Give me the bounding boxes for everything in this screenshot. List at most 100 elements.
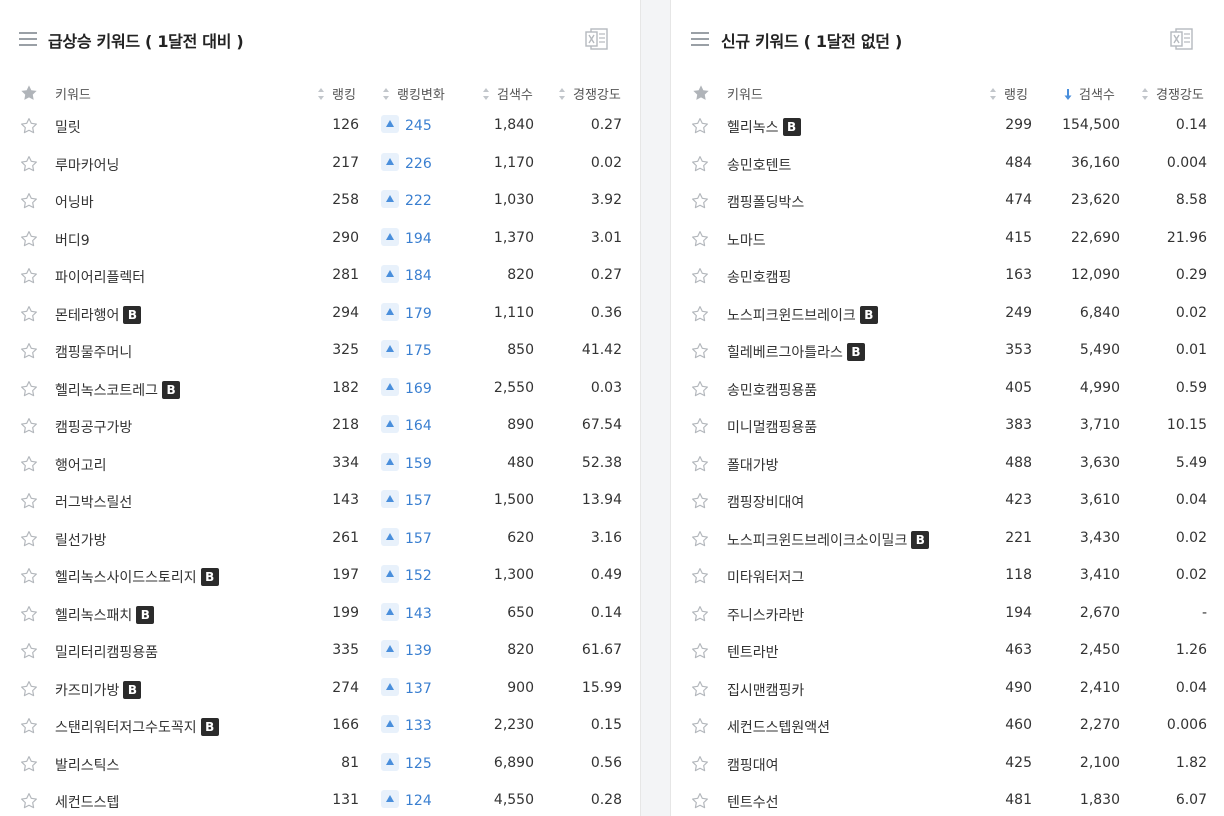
keyword-cell[interactable]: 송민호캠핑용품 — [727, 380, 817, 400]
keyword-text[interactable]: 스탠리워터저그수도꼭지 — [55, 720, 197, 736]
star-outline-icon[interactable] — [20, 492, 38, 510]
keyword-cell[interactable]: 헬리녹스패치 B — [55, 605, 155, 625]
star-outline-icon[interactable] — [20, 455, 38, 473]
star-outline-icon[interactable] — [691, 417, 709, 435]
header-keyword[interactable]: 키워드 — [727, 84, 763, 103]
star-outline-icon[interactable] — [20, 755, 38, 773]
keyword-cell[interactable]: 노스피크윈드브레이크 B — [727, 305, 878, 325]
keyword-cell[interactable]: 주니스카라반 — [727, 605, 804, 625]
keyword-text[interactable]: 텐트라반 — [727, 645, 779, 661]
keyword-cell[interactable]: 몬테라행어 B — [55, 305, 142, 325]
star-outline-icon[interactable] — [20, 267, 38, 285]
star-outline-icon[interactable] — [691, 492, 709, 510]
star-outline-icon[interactable] — [20, 342, 38, 360]
star-outline-icon[interactable] — [691, 342, 709, 360]
star-outline-icon[interactable] — [691, 717, 709, 735]
keyword-cell[interactable]: 송민호캠핑 — [727, 267, 791, 287]
keyword-text[interactable]: 헬리녹스사이드스토리지 — [55, 570, 197, 586]
keyword-cell[interactable]: 파이어리플렉터 — [55, 267, 145, 287]
keyword-cell[interactable]: 송민호텐트 — [727, 155, 791, 175]
keyword-cell[interactable]: 캠핑물주머니 — [55, 342, 132, 362]
header-search[interactable]: 검색수 — [481, 84, 533, 103]
keyword-cell[interactable]: 미니멀캠핑용품 — [727, 417, 817, 437]
keyword-cell[interactable]: 헬리녹스 B — [727, 117, 801, 137]
star-outline-icon[interactable] — [20, 680, 38, 698]
star-outline-icon[interactable] — [20, 155, 38, 173]
star-outline-icon[interactable] — [691, 230, 709, 248]
keyword-cell[interactable]: 헬리녹스코트레그 B — [55, 380, 181, 400]
star-outline-icon[interactable] — [691, 605, 709, 623]
keyword-cell[interactable]: 텐트수선 — [727, 792, 779, 812]
star-outline-icon[interactable] — [20, 642, 38, 660]
keyword-cell[interactable]: 텐트라반 — [727, 642, 779, 662]
keyword-text[interactable]: 카즈미가방 — [55, 683, 119, 699]
star-outline-icon[interactable] — [691, 305, 709, 323]
header-keyword[interactable]: 키워드 — [55, 84, 91, 103]
keyword-text[interactable]: 송민호캠핑 — [727, 270, 791, 286]
keyword-text[interactable]: 헬리녹스코트레그 — [55, 383, 158, 399]
keyword-text[interactable]: 발리스틱스 — [55, 758, 119, 774]
star-outline-icon[interactable] — [691, 380, 709, 398]
keyword-cell[interactable]: 밀리터리캠핑용품 — [55, 642, 158, 662]
star-outline-icon[interactable] — [691, 455, 709, 473]
star-outline-icon[interactable] — [20, 605, 38, 623]
header-competition[interactable]: 경쟁강도 — [557, 84, 621, 103]
keyword-cell[interactable]: 힐레베르그아틀라스 B — [727, 342, 865, 362]
keyword-text[interactable]: 캠핑폴딩박스 — [727, 195, 804, 211]
header-competition[interactable]: 경쟁강도 — [1140, 84, 1204, 103]
keyword-text[interactable]: 밀릿 — [55, 120, 81, 136]
keyword-text[interactable]: 세컨드스텝원액션 — [727, 720, 830, 736]
keyword-text[interactable]: 노마드 — [727, 233, 766, 249]
keyword-text[interactable]: 노스피크윈드브레이크 — [727, 308, 856, 324]
keyword-cell[interactable]: 루마카어닝 — [55, 155, 119, 175]
keyword-cell[interactable]: 캠핑장비대여 — [727, 492, 804, 512]
star-outline-icon[interactable] — [691, 680, 709, 698]
keyword-cell[interactable]: 행어고리 — [55, 455, 107, 475]
keyword-text[interactable]: 헬리녹스 — [727, 120, 779, 136]
keyword-cell[interactable]: 캠핑폴딩박스 — [727, 192, 804, 212]
keyword-text[interactable]: 캠핑공구가방 — [55, 420, 132, 436]
keyword-text[interactable]: 송민호텐트 — [727, 158, 791, 174]
star-outline-icon[interactable] — [20, 305, 38, 323]
keyword-cell[interactable]: 헬리녹스사이드스토리지 B — [55, 567, 219, 587]
keyword-text[interactable]: 캠핑장비대여 — [727, 495, 804, 511]
keyword-cell[interactable]: 버디9 — [55, 230, 90, 250]
keyword-text[interactable]: 주니스카라반 — [727, 608, 804, 624]
keyword-text[interactable]: 집시맨캠핑카 — [727, 683, 804, 699]
star-outline-icon[interactable] — [20, 567, 38, 585]
keyword-text[interactable]: 루마카어닝 — [55, 158, 119, 174]
star-outline-icon[interactable] — [691, 642, 709, 660]
keyword-text[interactable]: 캠핑물주머니 — [55, 345, 132, 361]
star-outline-icon[interactable] — [20, 380, 38, 398]
keyword-text[interactable]: 릴선가방 — [55, 533, 107, 549]
star-outline-icon[interactable] — [691, 755, 709, 773]
star-outline-icon[interactable] — [20, 792, 38, 810]
keyword-cell[interactable]: 러그박스릴선 — [55, 492, 132, 512]
keyword-text[interactable]: 캠핑대여 — [727, 758, 779, 774]
keyword-cell[interactable]: 발리스틱스 — [55, 755, 119, 775]
header-rank[interactable]: 랭킹 — [988, 84, 1028, 103]
keyword-text[interactable]: 폴대가방 — [727, 458, 779, 474]
star-outline-icon[interactable] — [691, 117, 709, 135]
star-filled-icon[interactable] — [692, 84, 710, 102]
keyword-cell[interactable]: 세컨드스텝원액션 — [727, 717, 830, 737]
keyword-cell[interactable]: 세컨드스텝 — [55, 792, 119, 812]
star-outline-icon[interactable] — [20, 717, 38, 735]
keyword-text[interactable]: 러그박스릴선 — [55, 495, 132, 511]
star-outline-icon[interactable] — [691, 192, 709, 210]
star-outline-icon[interactable] — [691, 567, 709, 585]
keyword-text[interactable]: 노스피크윈드브레이크소이밀크 — [727, 533, 907, 549]
keyword-cell[interactable]: 캠핑공구가방 — [55, 417, 132, 437]
keyword-text[interactable]: 행어고리 — [55, 458, 107, 474]
keyword-text[interactable]: 몬테라행어 — [55, 308, 119, 324]
star-outline-icon[interactable] — [20, 230, 38, 248]
keyword-text[interactable]: 세컨드스텝 — [55, 795, 119, 811]
keyword-cell[interactable]: 릴선가방 — [55, 530, 107, 550]
keyword-text[interactable]: 어닝바 — [55, 195, 94, 211]
keyword-text[interactable]: 송민호캠핑용품 — [727, 383, 817, 399]
keyword-text[interactable]: 미니멀캠핑용품 — [727, 420, 817, 436]
star-outline-icon[interactable] — [20, 417, 38, 435]
keyword-text[interactable]: 미타워터저그 — [727, 570, 804, 586]
excel-download-icon[interactable] — [1169, 26, 1195, 52]
keyword-text[interactable]: 텐트수선 — [727, 795, 779, 811]
